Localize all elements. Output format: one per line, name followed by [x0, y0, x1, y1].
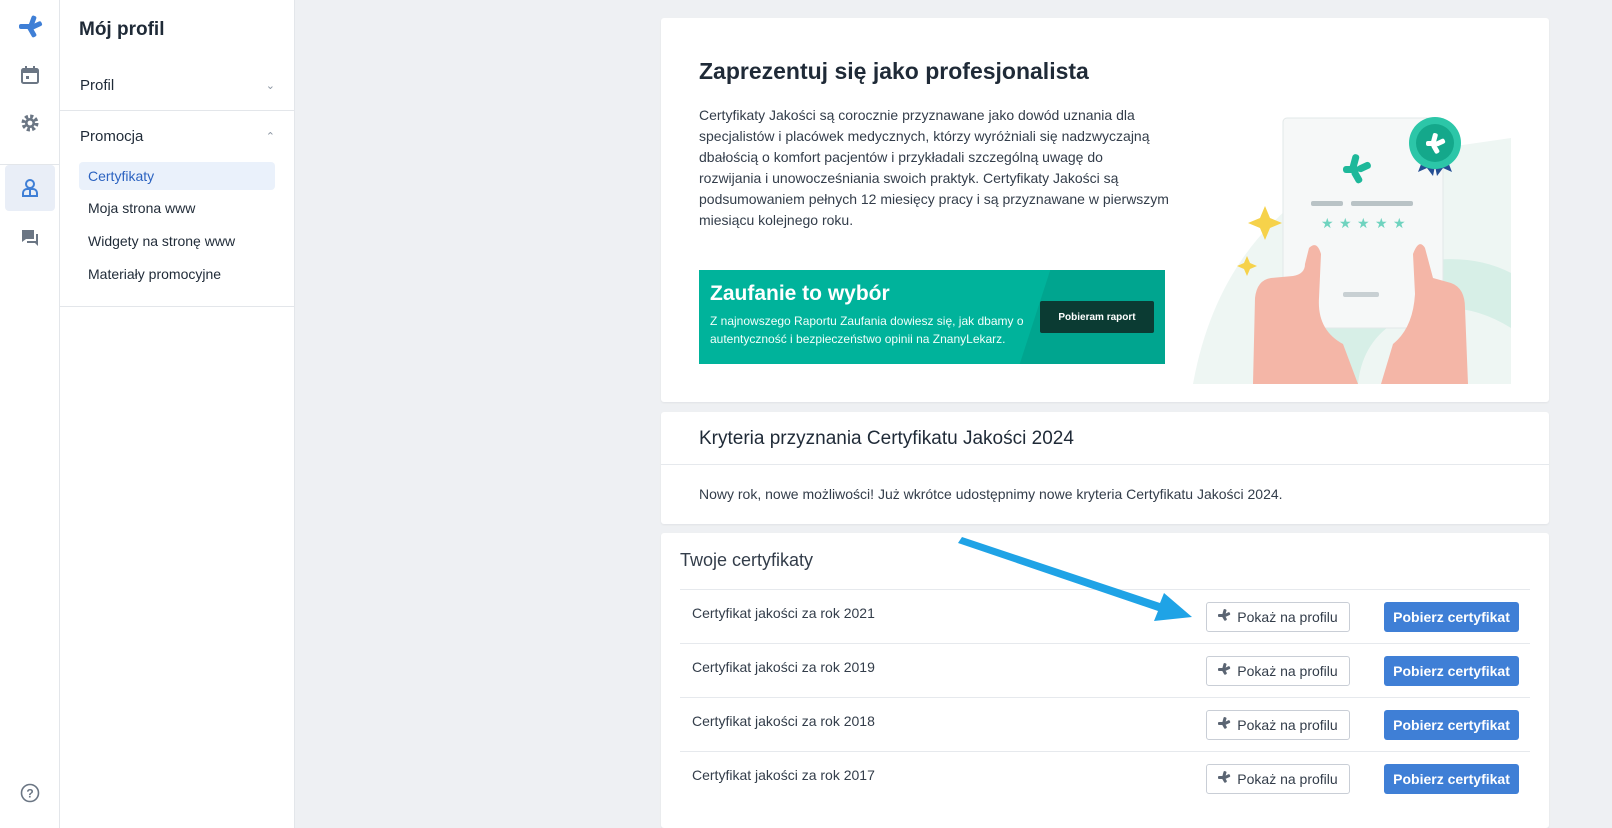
- download-certificate-button[interactable]: Pobierz certyfikat: [1384, 656, 1519, 686]
- criteria-card: Kryteria przyznania Certyfikatu Jakości …: [661, 412, 1549, 524]
- download-certificate-button[interactable]: Pobierz certyfikat: [1384, 602, 1519, 632]
- sidebar-section-profil[interactable]: Profil ⌄: [60, 61, 295, 109]
- table-row: Certyfikat jakości za rok 2018 Pokaż na …: [680, 697, 1530, 751]
- show-on-profile-label: Pokaż na profilu: [1237, 717, 1338, 733]
- logo-icon[interactable]: [5, 4, 55, 50]
- chat-icon[interactable]: [5, 215, 55, 261]
- certificate-label: Certyfikat jakości za rok 2019: [692, 659, 875, 675]
- show-on-profile-button[interactable]: Pokaż na profilu: [1206, 602, 1350, 632]
- hero-description: Certyfikaty Jakości są corocznie przyzna…: [699, 107, 1169, 228]
- certificate-label: Certyfikat jakości za rok 2021: [692, 605, 875, 621]
- certificate-illustration: ★ ★ ★ ★ ★: [1193, 117, 1511, 384]
- sidebar-item-widgety[interactable]: Widgety na stronę www: [79, 227, 275, 255]
- show-on-profile-label: Pokaż na profilu: [1237, 609, 1338, 625]
- banner-title: Zaufanie to wybór: [710, 282, 890, 305]
- criteria-divider: [661, 464, 1549, 465]
- sidebar-section-label: Promocja: [80, 127, 144, 145]
- trust-report-banner: Zaufanie to wybór Z najnowszego Raportu …: [699, 270, 1165, 364]
- asterisk-icon: [1218, 609, 1231, 625]
- asterisk-icon: [1218, 771, 1231, 787]
- download-certificate-button[interactable]: Pobierz certyfikat: [1384, 710, 1519, 740]
- banner-text: Z najnowszego Raportu Zaufania dowiesz s…: [710, 314, 1024, 346]
- gear-icon[interactable]: [5, 100, 55, 146]
- asterisk-icon: [1218, 663, 1231, 679]
- criteria-text: Nowy rok, nowe możliwości! Już wkrótce u…: [699, 486, 1283, 502]
- download-certificate-button[interactable]: Pobierz certyfikat: [1384, 764, 1519, 794]
- svg-text:★: ★: [1321, 216, 1334, 232]
- doctor-profile-icon[interactable]: [5, 165, 55, 211]
- criteria-title: Kryteria przyznania Certyfikatu Jakości …: [699, 428, 1074, 449]
- sidebar-item-certyfikaty[interactable]: Certyfikaty: [79, 162, 275, 190]
- show-on-profile-button[interactable]: Pokaż na profilu: [1206, 656, 1350, 686]
- annotation-arrow-icon: [958, 537, 1192, 621]
- hero-title: Zaprezentuj się jako profesjonalista: [699, 58, 1089, 84]
- svg-text:★: ★: [1393, 216, 1406, 232]
- svg-text:★: ★: [1357, 216, 1370, 232]
- sidebar: Mój profil Profil ⌄ Promocja ⌃ Certyfika…: [60, 0, 295, 828]
- show-on-profile-label: Pokaż na profilu: [1237, 771, 1338, 787]
- hero-card: Zaprezentuj się jako profesjonalista Cer…: [661, 18, 1549, 402]
- icon-rail: ?: [0, 0, 60, 828]
- calendar-icon[interactable]: [5, 52, 55, 98]
- show-on-profile-label: Pokaż na profilu: [1237, 663, 1338, 679]
- svg-text:★: ★: [1339, 216, 1352, 232]
- help-icon[interactable]: ?: [5, 770, 55, 816]
- chevron-down-icon: ⌄: [265, 79, 275, 92]
- show-on-profile-button[interactable]: Pokaż na profilu: [1206, 710, 1350, 740]
- table-row: Certyfikat jakości za rok 2019 Pokaż na …: [680, 643, 1530, 697]
- certificate-label: Certyfikat jakości za rok 2018: [692, 713, 875, 729]
- sidebar-section-promocja[interactable]: Promocja ⌃: [60, 112, 295, 160]
- sidebar-section-label: Profil: [80, 76, 115, 94]
- svg-text:★: ★: [1375, 216, 1388, 232]
- sidebar-divider: [60, 306, 295, 307]
- sidebar-title: Mój profil: [79, 19, 165, 40]
- sidebar-item-moja-strona[interactable]: Moja strona www: [79, 194, 275, 222]
- download-report-button[interactable]: Pobieram raport: [1040, 301, 1154, 333]
- svg-text:?: ?: [26, 787, 33, 801]
- asterisk-icon: [1218, 717, 1231, 733]
- certificate-label: Certyfikat jakości za rok 2017: [692, 767, 875, 783]
- show-on-profile-button[interactable]: Pokaż na profilu: [1206, 764, 1350, 794]
- sidebar-item-materialy[interactable]: Materiały promocyjne: [79, 260, 275, 288]
- chevron-up-icon: ⌃: [265, 130, 275, 143]
- table-row: Certyfikat jakości za rok 2017 Pokaż na …: [680, 751, 1530, 805]
- certificates-title: Twoje certyfikaty: [680, 550, 814, 570]
- sidebar-divider: [60, 110, 295, 111]
